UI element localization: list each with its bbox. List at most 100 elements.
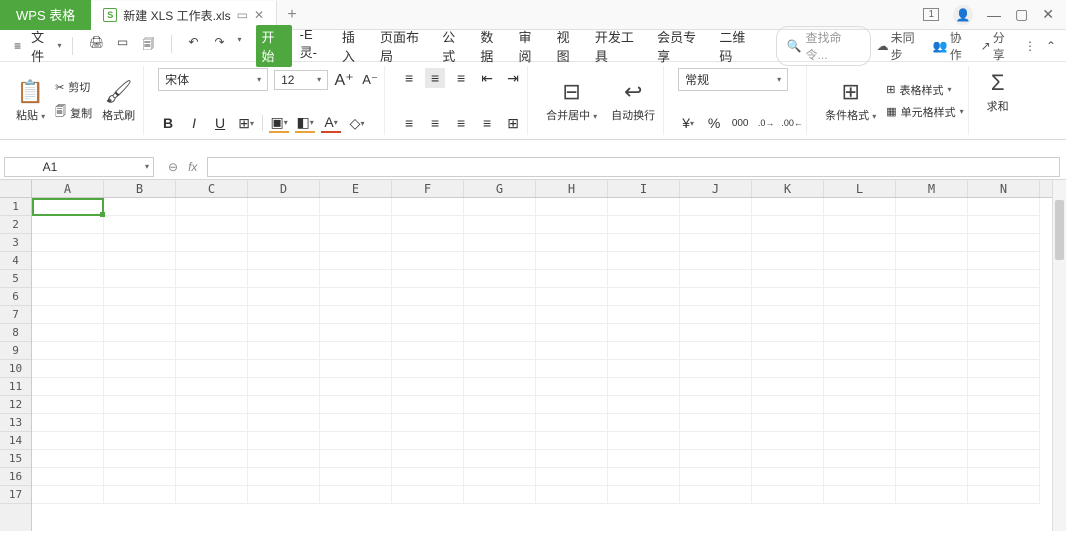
cell[interactable]	[968, 450, 1040, 468]
sum-button[interactable]: Σ 求和	[983, 68, 1013, 116]
cell[interactable]	[752, 378, 824, 396]
cell[interactable]	[320, 306, 392, 324]
orientation-icon[interactable]: ⊞	[503, 113, 523, 133]
cell[interactable]	[104, 234, 176, 252]
cell[interactable]	[824, 306, 896, 324]
cell[interactable]	[320, 450, 392, 468]
cell[interactable]	[968, 234, 1040, 252]
formula-input[interactable]	[207, 157, 1060, 177]
cell[interactable]	[536, 216, 608, 234]
cell[interactable]	[32, 270, 104, 288]
row-header[interactable]: 12	[0, 396, 31, 414]
cell[interactable]	[608, 360, 680, 378]
name-box[interactable]: A1 ▾	[4, 157, 154, 177]
minimize-button[interactable]: —	[987, 7, 1001, 23]
cell[interactable]	[392, 252, 464, 270]
cell[interactable]	[32, 198, 104, 216]
cell[interactable]	[608, 216, 680, 234]
wrap-text-button[interactable]: ↩ 自动换行	[607, 77, 659, 125]
redo-icon[interactable]: ↷	[212, 35, 228, 56]
cell[interactable]	[320, 324, 392, 342]
cell[interactable]	[680, 234, 752, 252]
cell[interactable]	[248, 468, 320, 486]
cell[interactable]	[608, 306, 680, 324]
comma-icon[interactable]: 000	[730, 113, 750, 133]
cell[interactable]	[536, 270, 608, 288]
tab-home[interactable]: 开始	[256, 25, 292, 67]
row-header[interactable]: 5	[0, 270, 31, 288]
cell[interactable]	[680, 468, 752, 486]
cell[interactable]	[392, 396, 464, 414]
cell[interactable]	[536, 342, 608, 360]
cell[interactable]	[248, 396, 320, 414]
cell[interactable]	[176, 432, 248, 450]
close-window-button[interactable]: ✕	[1042, 6, 1054, 23]
cell[interactable]	[248, 198, 320, 216]
cell[interactable]	[968, 396, 1040, 414]
cell[interactable]	[320, 360, 392, 378]
cell[interactable]	[464, 342, 536, 360]
select-all-corner[interactable]	[0, 180, 32, 198]
column-header[interactable]: E	[320, 180, 392, 197]
align-top-icon[interactable]: ≡	[399, 68, 419, 88]
decrease-indent-icon[interactable]: ⇤	[477, 68, 497, 88]
app-tab[interactable]: WPS 表格	[0, 0, 91, 30]
cell[interactable]	[680, 252, 752, 270]
increase-decimal-icon[interactable]: .0→	[756, 113, 776, 133]
tab-formula[interactable]: 公式	[436, 25, 472, 67]
cell[interactable]	[968, 486, 1040, 504]
font-size-select[interactable]: 12▾	[274, 70, 328, 90]
cell[interactable]	[752, 288, 824, 306]
cell[interactable]	[536, 378, 608, 396]
cell[interactable]	[248, 360, 320, 378]
tab-view[interactable]: 视图	[551, 25, 587, 67]
tab-review[interactable]: 审阅	[513, 25, 549, 67]
cell[interactable]	[248, 234, 320, 252]
column-header[interactable]: F	[392, 180, 464, 197]
decrease-decimal-icon[interactable]: .00←	[782, 113, 802, 133]
cell[interactable]	[824, 486, 896, 504]
cell[interactable]	[896, 234, 968, 252]
hamburger-icon[interactable]: ≡	[10, 39, 25, 53]
cell[interactable]	[536, 252, 608, 270]
cell[interactable]	[392, 486, 464, 504]
cell[interactable]	[896, 396, 968, 414]
cell[interactable]	[32, 414, 104, 432]
cell[interactable]	[176, 468, 248, 486]
cell[interactable]	[248, 342, 320, 360]
cell[interactable]	[104, 468, 176, 486]
cell[interactable]	[32, 378, 104, 396]
cell[interactable]	[176, 324, 248, 342]
cell[interactable]	[320, 468, 392, 486]
sync-status[interactable]: ☁ 未同步	[877, 29, 923, 63]
cell[interactable]	[320, 432, 392, 450]
cell[interactable]	[176, 288, 248, 306]
cell[interactable]	[176, 342, 248, 360]
cell[interactable]	[680, 486, 752, 504]
column-header[interactable]: N	[968, 180, 1040, 197]
cell[interactable]	[608, 288, 680, 306]
cell[interactable]	[968, 324, 1040, 342]
cell[interactable]	[608, 378, 680, 396]
cell[interactable]	[824, 234, 896, 252]
cell[interactable]	[104, 270, 176, 288]
cell[interactable]	[176, 270, 248, 288]
row-header[interactable]: 11	[0, 378, 31, 396]
cell[interactable]	[104, 360, 176, 378]
cell[interactable]	[824, 270, 896, 288]
row-header[interactable]: 8	[0, 324, 31, 342]
cell[interactable]	[104, 378, 176, 396]
cell[interactable]	[608, 396, 680, 414]
row-header[interactable]: 4	[0, 252, 31, 270]
cell[interactable]	[320, 234, 392, 252]
cell[interactable]	[896, 414, 968, 432]
column-header[interactable]: C	[176, 180, 248, 197]
cell[interactable]	[176, 396, 248, 414]
cell[interactable]	[680, 288, 752, 306]
cell[interactable]	[536, 486, 608, 504]
cell[interactable]	[464, 252, 536, 270]
tab-devtools[interactable]: 开发工具	[589, 25, 649, 67]
cell[interactable]	[536, 324, 608, 342]
cell[interactable]	[392, 234, 464, 252]
cell[interactable]	[104, 432, 176, 450]
